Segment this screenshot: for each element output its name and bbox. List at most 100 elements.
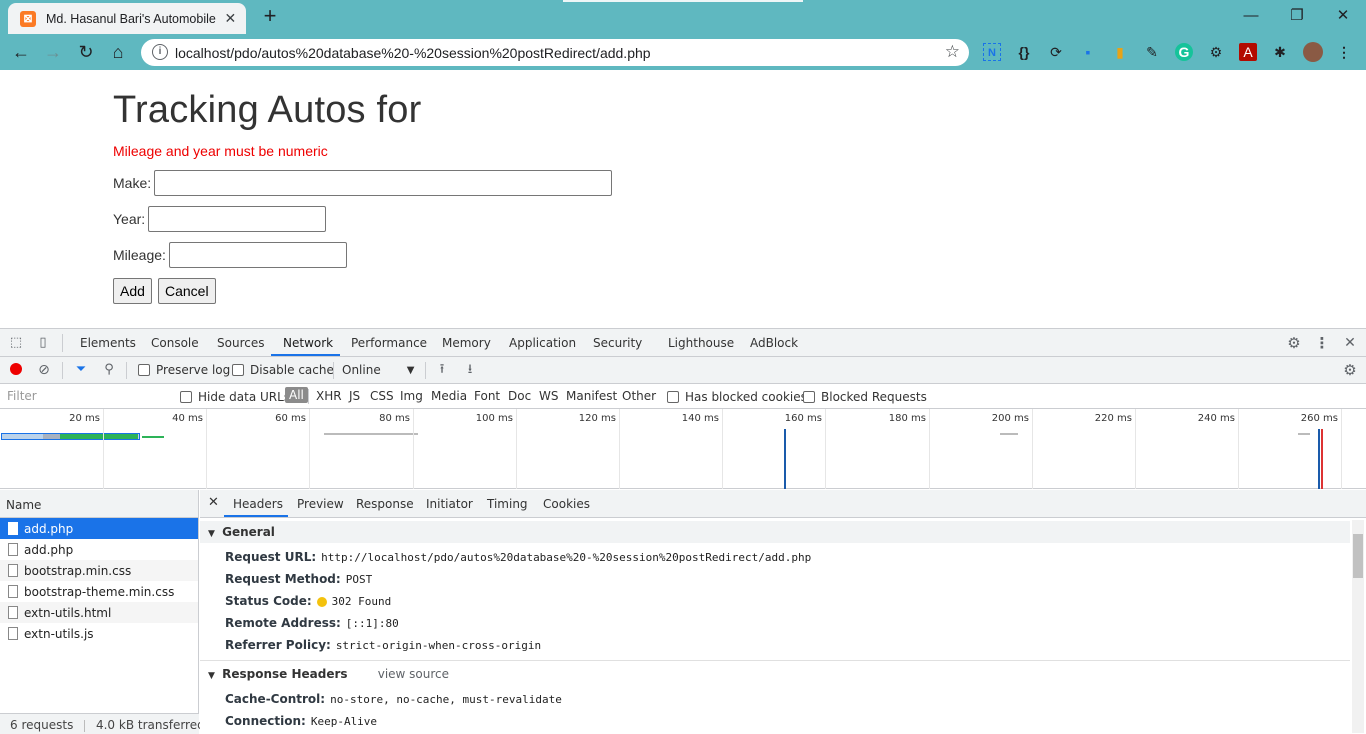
view-source-link[interactable]: view source (378, 667, 449, 681)
response-headers-section-header[interactable]: ▼ Response Headers view source (200, 663, 1350, 685)
chart-extension-icon[interactable]: ▮ (1111, 43, 1129, 61)
request-name: extn-utils.js (24, 626, 94, 641)
inspect-element-icon[interactable]: ⬚ (8, 335, 24, 351)
general-section-header[interactable]: ▼ General (200, 521, 1350, 543)
scrollbar-thumb[interactable] (1353, 534, 1363, 578)
request-row[interactable]: add.php (0, 518, 198, 539)
year-input[interactable] (148, 206, 327, 232)
tab-memory[interactable]: Memory (442, 336, 491, 350)
make-input[interactable] (154, 170, 613, 196)
has-blocked-cookies-checkbox[interactable]: Has blocked cookies (667, 390, 807, 404)
filter-type-manifest[interactable]: Manifest (566, 389, 617, 403)
tab-preview[interactable]: Preview (297, 497, 344, 511)
devtools-close-icon[interactable]: ✕ (1342, 335, 1358, 351)
filter-type-doc[interactable]: Doc (508, 389, 531, 403)
preserve-log-checkbox[interactable]: Preserve log (138, 363, 230, 377)
search-icon[interactable]: ⚲ (101, 362, 117, 378)
hide-data-urls-checkbox[interactable]: Hide data URLs (180, 390, 290, 404)
cancel-button[interactable]: Cancel (158, 278, 216, 304)
detail-scrollbar[interactable] (1352, 520, 1364, 733)
device-toolbar-icon[interactable]: ▯ (35, 335, 51, 351)
profile-avatar[interactable] (1303, 42, 1323, 62)
filter-type-other[interactable]: Other (622, 389, 656, 403)
tab-sources[interactable]: Sources (217, 336, 264, 350)
filter-type-all[interactable]: All (285, 387, 308, 403)
back-arrow-icon[interactable]: ← (9, 40, 33, 64)
filter-type-ws[interactable]: WS (539, 389, 558, 403)
devtools-settings-gear-icon[interactable]: ⚙ (1286, 335, 1302, 351)
close-detail-icon[interactable]: ✕ (208, 495, 219, 510)
site-info-icon[interactable]: i (152, 44, 168, 60)
cache-control-row: Cache-Control: no-store, no-cache, must-r… (225, 692, 562, 706)
page-content: Tracking Autos for Mileage and year must… (0, 70, 1366, 328)
timeline-bar-waiting (43, 434, 60, 439)
bookmark-star-icon[interactable]: ☆ (945, 42, 960, 62)
extension-colors-icon[interactable]: ▪ (1079, 43, 1097, 61)
tab-close-icon[interactable]: ✕ (223, 10, 238, 27)
browser-menu-icon[interactable]: ⋮ (1335, 43, 1353, 61)
filter-type-css[interactable]: CSS (370, 389, 394, 403)
request-row[interactable]: add.php (0, 539, 198, 560)
blocked-requests-checkbox[interactable]: Blocked Requests (803, 390, 927, 404)
restore-button[interactable]: ❐ (1274, 4, 1320, 28)
filter-type-xhr[interactable]: XHR (316, 389, 342, 403)
extensions-puzzle-icon[interactable]: ✱ (1271, 43, 1289, 61)
filter-input[interactable]: Filter (2, 387, 168, 406)
request-row[interactable]: extn-utils.html (0, 602, 198, 623)
tab-network[interactable]: Network (283, 336, 333, 350)
filter-type-img[interactable]: Img (400, 389, 423, 403)
minimize-button[interactable]: — (1228, 4, 1274, 28)
request-row[interactable]: extn-utils.js (0, 623, 198, 644)
add-button[interactable]: Add (113, 278, 152, 304)
tab-adblock[interactable]: AdBlock (750, 336, 798, 350)
tab-response[interactable]: Response (356, 497, 414, 511)
summary-transferred: 4.0 kB transferred (95, 718, 205, 732)
forward-arrow-icon[interactable]: → (41, 40, 65, 64)
filter-type-media[interactable]: Media (431, 389, 467, 403)
new-tab-button[interactable]: + (259, 5, 281, 27)
header-key: Cache-Control: (225, 692, 326, 706)
tab-initiator[interactable]: Initiator (426, 497, 473, 511)
browser-tab[interactable]: ⊠ Md. Hasanul Bari's Automobile Tr ✕ (8, 3, 246, 34)
refresh-extension-icon[interactable]: ⟳ (1047, 43, 1065, 61)
close-window-button[interactable]: ✕ (1320, 4, 1366, 28)
filter-funnel-icon[interactable]: ⏷ (73, 362, 89, 378)
address-bar[interactable]: i localhost/pdo/autos%20database%20-%20s… (141, 39, 969, 66)
eyedropper-icon[interactable]: ✎ (1143, 43, 1161, 61)
settings-extension-icon[interactable]: ⚙ (1207, 43, 1225, 61)
tab-console[interactable]: Console (151, 336, 199, 350)
address-url[interactable]: localhost/pdo/autos%20database%20-%20ses… (175, 45, 651, 61)
disable-cache-checkbox[interactable]: Disable cache (232, 363, 334, 377)
home-icon[interactable]: ⌂ (106, 40, 130, 64)
tab-lighthouse[interactable]: Lighthouse (668, 336, 734, 350)
filter-type-font[interactable]: Font (474, 389, 500, 403)
grammarly-icon[interactable]: G (1175, 43, 1193, 61)
network-overview-timeline[interactable]: 20 ms 40 ms 60 ms 80 ms 100 ms 120 ms 140 ms 16… (0, 409, 1366, 489)
tab-application[interactable]: Application (509, 336, 576, 350)
request-row[interactable]: bootstrap.min.css (0, 560, 198, 581)
pdf-icon[interactable]: A (1239, 43, 1257, 61)
request-detail-panel: ✕ Headers Preview Response Initiator Tim… (200, 490, 1366, 734)
request-row[interactable]: bootstrap-theme.min.css (0, 581, 198, 602)
tab-headers[interactable]: Headers (233, 497, 283, 511)
active-detail-tab-indicator (224, 515, 288, 517)
mileage-input[interactable] (168, 242, 347, 268)
tab-performance[interactable]: Performance (351, 336, 427, 350)
tab-timing[interactable]: Timing (487, 497, 528, 511)
devtools-more-icon[interactable]: ⋮ (1314, 335, 1330, 351)
header-value: Keep-Alive (310, 715, 378, 728)
json-braces-icon[interactable]: {} (1015, 43, 1033, 61)
throttling-select[interactable]: Online ▼ (342, 363, 414, 377)
tab-cookies[interactable]: Cookies (543, 497, 590, 511)
clear-icon[interactable]: ⊘ (36, 362, 52, 378)
tab-security[interactable]: Security (593, 336, 642, 350)
filter-type-js[interactable]: JS (349, 389, 360, 403)
extension-n-icon[interactable]: N (983, 43, 1001, 61)
record-button[interactable] (10, 363, 22, 375)
tab-elements[interactable]: Elements (80, 336, 136, 350)
name-column-header[interactable]: Name (0, 490, 198, 518)
network-settings-gear-icon[interactable]: ⚙ (1342, 362, 1358, 378)
import-har-icon[interactable]: ⭱ (434, 362, 450, 378)
export-har-icon[interactable]: ⭳ (462, 362, 478, 378)
reload-icon[interactable]: ↻ (74, 40, 98, 64)
